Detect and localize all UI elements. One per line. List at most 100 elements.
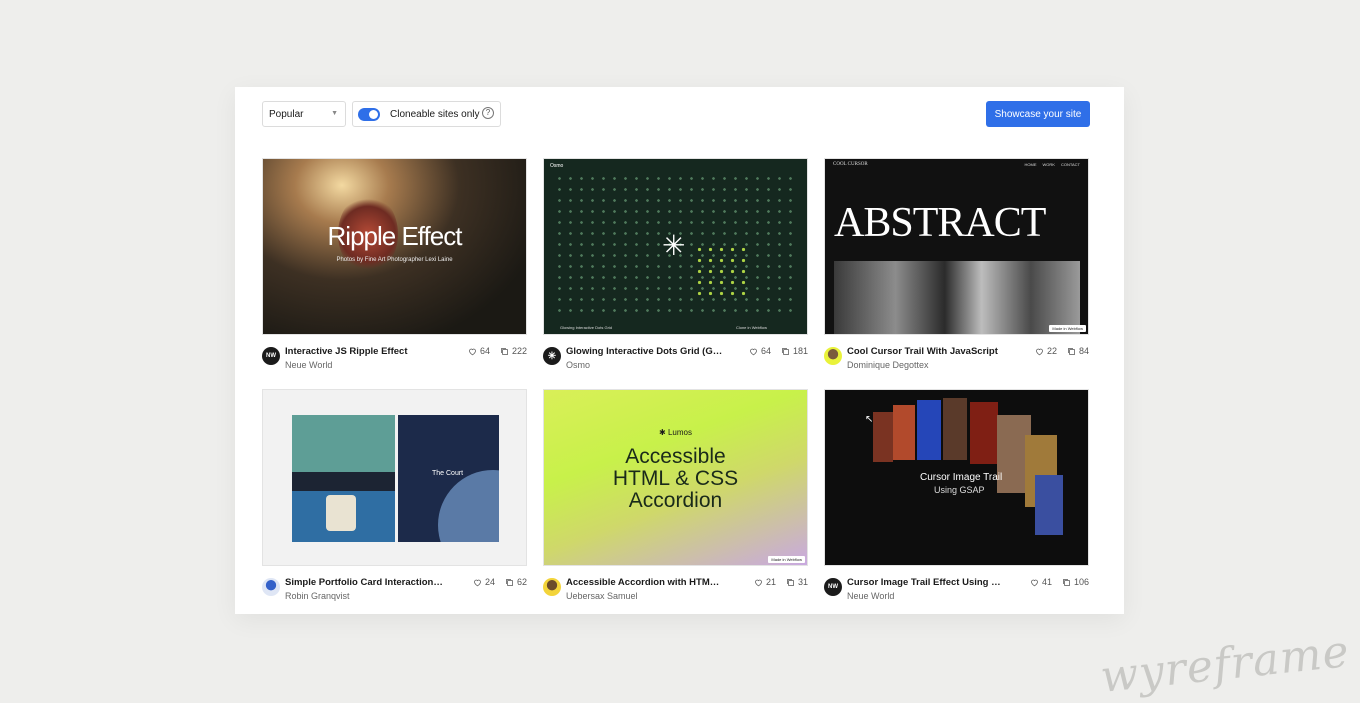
clones-count: 31 xyxy=(797,577,808,587)
osmo-star-icon: ✳ xyxy=(662,230,686,261)
clone-icon xyxy=(1063,578,1070,586)
avatar[interactable] xyxy=(543,578,561,596)
dots-glow xyxy=(694,244,749,299)
clones-count: 106 xyxy=(1073,577,1089,587)
heart-icon xyxy=(1036,348,1043,355)
likes-stat[interactable]: 64 xyxy=(468,346,490,356)
clone-icon xyxy=(782,347,789,355)
card-thumbnail[interactable]: COOL CURSOR HOME WORK CONTACT ABSTRACT M… xyxy=(824,158,1089,335)
likes-stat[interactable]: 64 xyxy=(749,346,771,356)
card-meta: NW Cursor Image Trail Effect Using GSAP … xyxy=(824,576,1089,608)
clones-stat[interactable]: 222 xyxy=(500,346,527,356)
avatar[interactable]: ✳ xyxy=(543,347,561,365)
thumb-heading: ABSTRACT xyxy=(834,200,1046,246)
card-title[interactable]: Cursor Image Trail Effect Using GSAP xyxy=(847,577,1005,588)
clones-count: 222 xyxy=(511,346,527,356)
card-thumbnail[interactable]: Ripple Effect Photos by Fine Art Photogr… xyxy=(262,158,527,335)
site-card[interactable]: Ripple Effect Photos by Fine Art Photogr… xyxy=(262,158,527,377)
card-thumbnail[interactable]: The Court xyxy=(262,389,527,566)
card-meta: NW Interactive JS Ripple Effect Neue Wor… xyxy=(262,345,527,377)
toggle-knob xyxy=(369,109,378,119)
illustration-house xyxy=(326,495,356,531)
card-title[interactable]: Cool Cursor Trail With JavaScript xyxy=(847,346,1005,357)
thumb-corner: Osmo xyxy=(550,163,564,169)
thumb-nav-item: WORK xyxy=(1042,162,1055,167)
site-card[interactable]: The Court Simple Portfolio Card Interact… xyxy=(262,389,527,608)
webflow-badge: Made in Webflow xyxy=(1049,325,1086,332)
heart-icon xyxy=(474,579,481,586)
trail-image xyxy=(873,412,893,462)
trail-image xyxy=(970,402,998,464)
card-author[interactable]: Osmo xyxy=(566,360,590,370)
thumb-heading: The Court xyxy=(432,470,464,477)
trail-image xyxy=(893,405,915,460)
likes-stat[interactable]: 21 xyxy=(754,577,776,587)
card-title[interactable]: Interactive JS Ripple Effect xyxy=(285,346,443,357)
likes-count: 24 xyxy=(484,577,495,587)
clones-stat[interactable]: 181 xyxy=(781,346,808,356)
likes-stat[interactable]: 24 xyxy=(473,577,495,587)
thumb-footer-right: Clone in Webflow xyxy=(735,325,767,330)
heart-icon xyxy=(469,348,476,355)
card-stats: 41 106 xyxy=(1030,577,1089,587)
likes-stat[interactable]: 22 xyxy=(1035,346,1057,356)
thumb-footer-left: Glowing Interactive Dots Grid xyxy=(560,325,613,330)
card-title[interactable]: Accessible Accordion with HTML <det... xyxy=(566,577,724,588)
cloneable-toggle-label: Cloneable sites only xyxy=(390,108,480,120)
likes-count: 64 xyxy=(760,346,771,356)
thumb-nav: HOME WORK CONTACT xyxy=(1025,162,1081,167)
clones-count: 181 xyxy=(792,346,808,356)
site-card[interactable]: COOL CURSOR HOME WORK CONTACT ABSTRACT M… xyxy=(824,158,1089,377)
clones-stat[interactable]: 62 xyxy=(505,577,527,587)
clone-icon xyxy=(787,578,794,586)
avatar[interactable] xyxy=(262,578,280,596)
avatar[interactable]: NW xyxy=(824,578,842,596)
card-author[interactable]: Robin Granqvist xyxy=(285,591,350,601)
site-card[interactable]: ↖ Cursor Image Trail Using GSAP NW Curso… xyxy=(824,389,1089,608)
card-thumbnail[interactable]: ✳ Osmo Glowing Interactive Dots Grid Clo… xyxy=(543,158,808,335)
card-author[interactable]: Dominique Degottex xyxy=(847,360,929,370)
card-meta: Cool Cursor Trail With JavaScript Domini… xyxy=(824,345,1089,377)
clones-stat[interactable]: 31 xyxy=(786,577,808,587)
card-stats: 64 222 xyxy=(468,346,527,356)
likes-count: 21 xyxy=(765,577,776,587)
site-card[interactable]: ✳ Osmo Glowing Interactive Dots Grid Clo… xyxy=(543,158,808,377)
card-stats: 21 31 xyxy=(754,577,808,587)
cloneable-filter: Cloneable sites only ? xyxy=(352,101,501,127)
card-author[interactable]: Neue World xyxy=(847,591,894,601)
clones-stat[interactable]: 84 xyxy=(1067,346,1089,356)
thumb-brand: ✱ Lumos xyxy=(659,428,692,437)
site-card[interactable]: ✱ Lumos Accessible HTML & CSS Accordion … xyxy=(543,389,808,608)
likes-count: 64 xyxy=(479,346,490,356)
clones-stat[interactable]: 106 xyxy=(1062,577,1089,587)
card-thumbnail[interactable]: ↖ Cursor Image Trail Using GSAP xyxy=(824,389,1089,566)
avatar[interactable] xyxy=(824,347,842,365)
likes-stat[interactable]: 41 xyxy=(1030,577,1052,587)
thumb-heading: Ripple Effect xyxy=(327,221,463,251)
clone-icon xyxy=(1068,347,1075,355)
card-author[interactable]: Neue World xyxy=(285,360,332,370)
card-thumbnail[interactable]: ✱ Lumos Accessible HTML & CSS Accordion … xyxy=(543,389,808,566)
heart-icon xyxy=(750,348,757,355)
webflow-badge: Made in Webflow xyxy=(768,556,805,563)
card-stats: 22 84 xyxy=(1035,346,1089,356)
help-icon[interactable]: ? xyxy=(482,107,494,119)
card-meta: Accessible Accordion with HTML <det... U… xyxy=(543,576,808,608)
sort-select[interactable]: Popular ▼ xyxy=(262,101,346,127)
avatar[interactable]: NW xyxy=(262,347,280,365)
card-meta: ✳ Glowing Interactive Dots Grid (GSAP ..… xyxy=(543,345,808,377)
trail-image xyxy=(917,400,941,460)
illustration-circle xyxy=(438,470,499,542)
card-title[interactable]: Simple Portfolio Card Interaction Co... xyxy=(285,577,443,588)
gallery-panel: Popular ▼ Cloneable sites only ? Showcas… xyxy=(235,87,1124,614)
thumb-heading: Cursor Image Trail xyxy=(920,472,1003,483)
illustration-right: The Court xyxy=(398,415,499,542)
thumb-nav-item: HOME xyxy=(1024,162,1037,167)
card-author[interactable]: Uebersax Samuel xyxy=(566,591,638,601)
card-stats: 64 181 xyxy=(749,346,808,356)
clone-icon xyxy=(501,347,508,355)
card-title[interactable]: Glowing Interactive Dots Grid (GSAP ... xyxy=(566,346,724,357)
cloneable-toggle[interactable] xyxy=(358,107,380,121)
showcase-button[interactable]: Showcase your site xyxy=(986,101,1090,127)
likes-count: 22 xyxy=(1046,346,1057,356)
